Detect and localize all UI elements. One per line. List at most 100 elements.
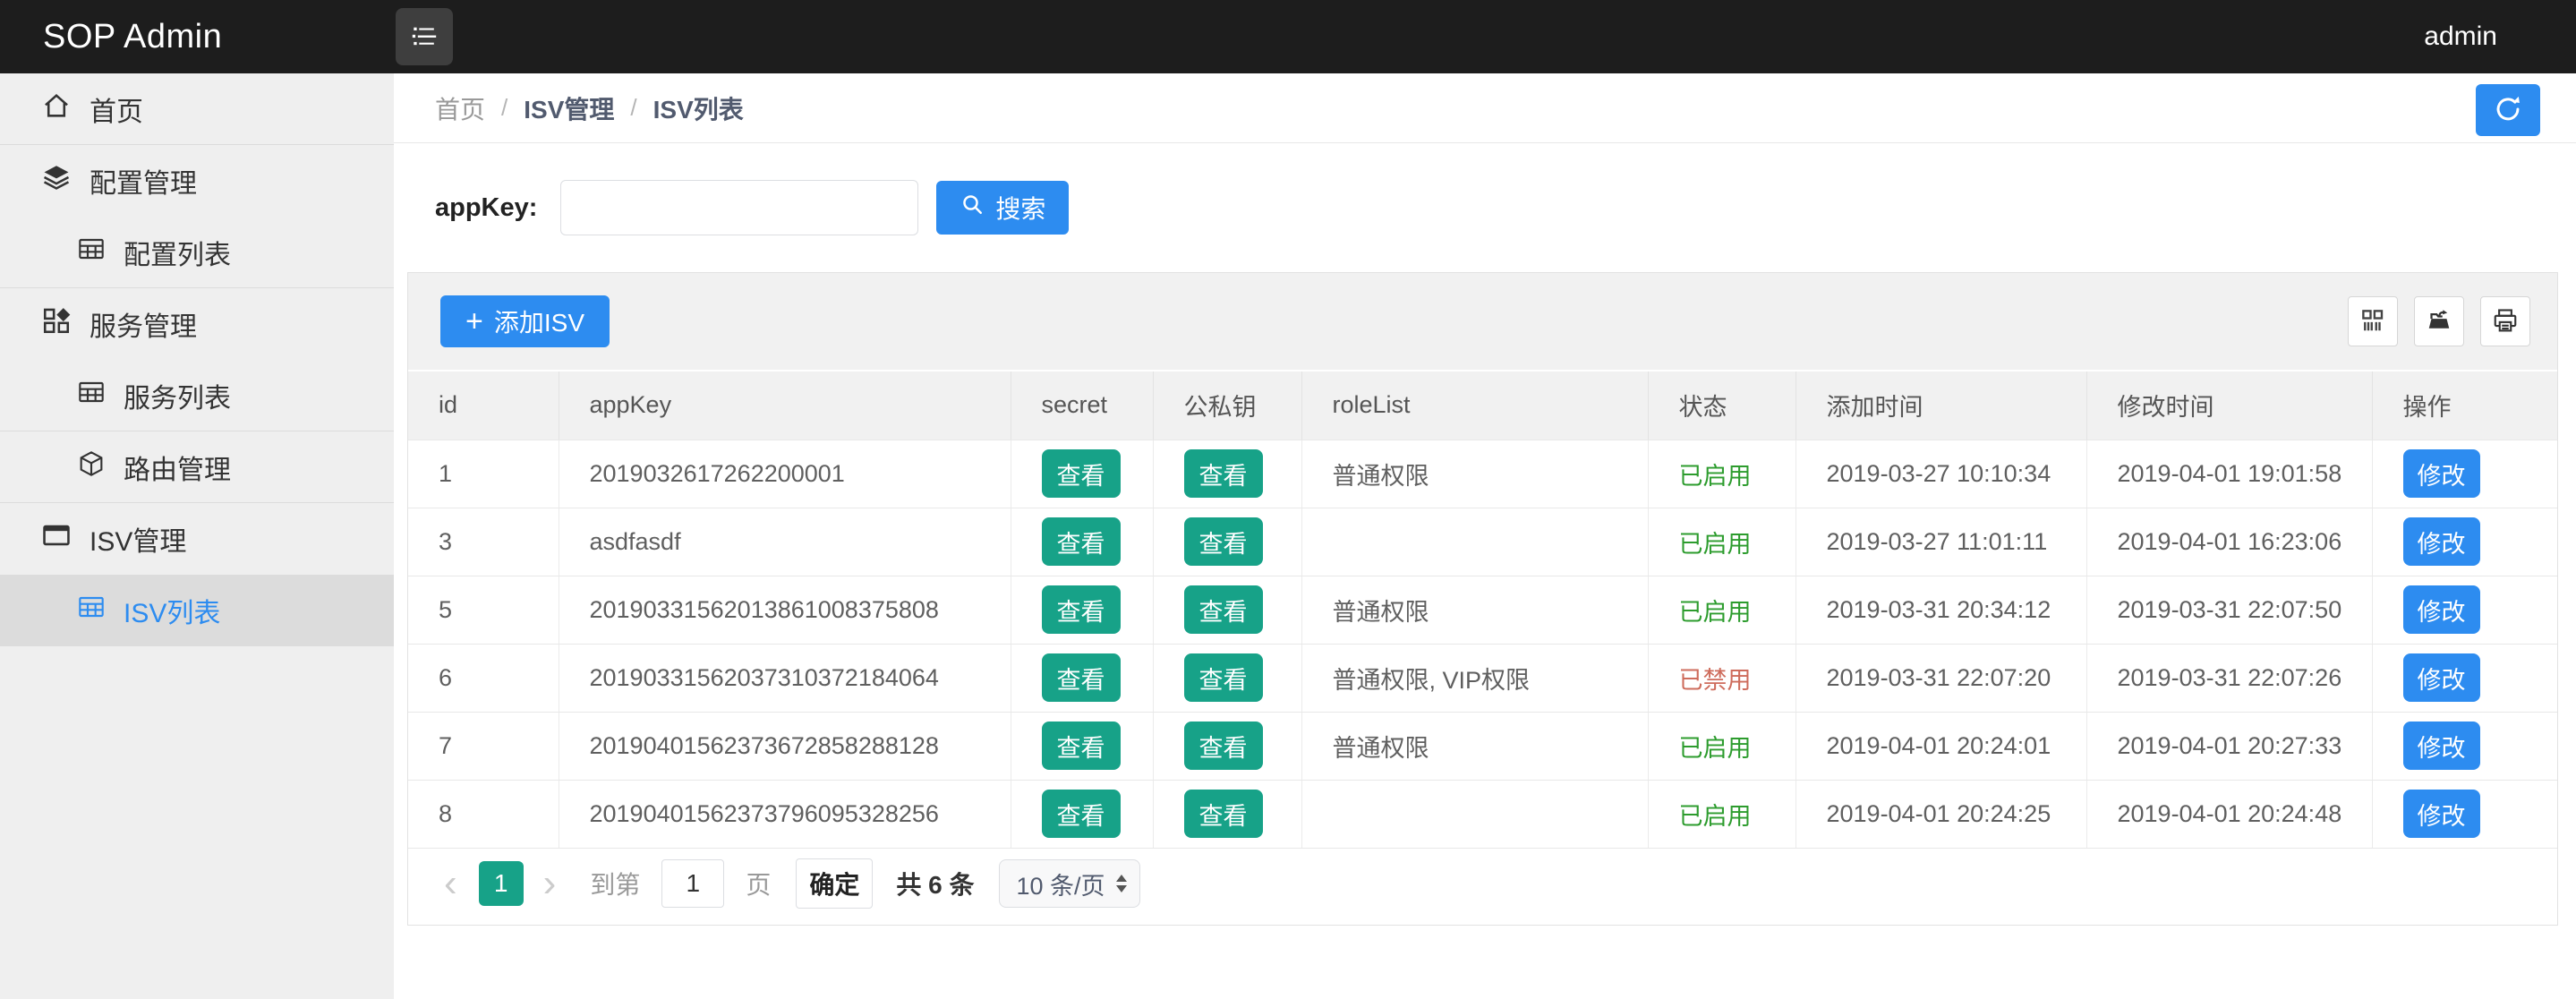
status-badge: 已启用 xyxy=(1648,440,1796,508)
isv-table: id appKey secret 公私钥 roleList 状态 添加时间 修改… xyxy=(408,371,2557,849)
cell-id: 5 xyxy=(408,576,559,644)
breadcrumb-isv-manage[interactable]: ISV管理 xyxy=(524,90,614,126)
goto-unit-label: 页 xyxy=(746,866,771,901)
sidebar-item-config[interactable]: 配置管理 xyxy=(0,145,394,217)
sidebar-item-service-list[interactable]: 服务列表 xyxy=(0,360,394,431)
edit-button[interactable]: 修改 xyxy=(2403,722,2480,770)
select-arrows-icon xyxy=(1116,875,1127,892)
edit-button[interactable]: 修改 xyxy=(2403,790,2480,838)
cell-appkey: 20190401562373672858288128 xyxy=(559,712,1011,780)
sidebar-item-label: 首页 xyxy=(90,90,143,129)
cell-rolelist: 普通权限 xyxy=(1301,712,1648,780)
cell-appkey: 20190331562037310372184064 xyxy=(559,644,1011,712)
page-1-button[interactable]: 1 xyxy=(479,861,524,906)
col-header-updatetime: 修改时间 xyxy=(2086,371,2372,440)
goto-confirm-button[interactable]: 确定 xyxy=(796,858,873,909)
table-row: 8 20190401562373796095328256 查看 查看 已启用 2… xyxy=(408,780,2557,848)
view-keypair-button[interactable]: 查看 xyxy=(1184,790,1263,838)
view-keypair-button[interactable]: 查看 xyxy=(1184,653,1263,702)
goto-page-input[interactable] xyxy=(661,859,724,908)
sidebar: 首页 配置管理 配置列表 服务管理 xyxy=(0,73,394,999)
sidebar-item-home[interactable]: 首页 xyxy=(0,73,394,145)
breadcrumb-separator: / xyxy=(501,94,508,122)
edit-button[interactable]: 修改 xyxy=(2403,653,2480,702)
view-keypair-button[interactable]: 查看 xyxy=(1184,585,1263,634)
refresh-button[interactable] xyxy=(2476,84,2540,136)
status-badge: 已禁用 xyxy=(1648,644,1796,712)
page-size-select[interactable]: 10 条/页 xyxy=(999,859,1139,908)
sidebar-item-isv[interactable]: ISV管理 xyxy=(0,503,394,575)
edit-button[interactable]: 修改 xyxy=(2403,449,2480,498)
search-button[interactable]: 搜索 xyxy=(936,181,1069,235)
col-header-addtime: 添加时间 xyxy=(1796,371,2086,440)
top-header: SOP Admin admin xyxy=(0,0,2576,73)
cell-appkey: 20190401562373796095328256 xyxy=(559,780,1011,848)
refresh-icon xyxy=(2492,93,2524,128)
view-secret-button[interactable]: 查看 xyxy=(1042,653,1121,702)
search-button-label: 搜索 xyxy=(995,190,1045,226)
plus-icon: + xyxy=(465,306,483,337)
table-header-row: id appKey secret 公私钥 roleList 状态 添加时间 修改… xyxy=(408,371,2557,440)
sidebar-item-label: ISV管理 xyxy=(90,519,186,559)
sidebar-item-route[interactable]: 路由管理 xyxy=(0,431,394,503)
view-secret-button[interactable]: 查看 xyxy=(1042,517,1121,566)
search-icon xyxy=(960,192,986,225)
sidebar-item-label: 服务管理 xyxy=(90,304,197,344)
user-name[interactable]: admin xyxy=(2424,21,2576,52)
cell-addtime: 2019-03-31 20:34:12 xyxy=(1796,576,2086,644)
table-row: 1 2019032617262200001 查看 查看 普通权限 已启用 201… xyxy=(408,440,2557,508)
menu-toggle-button[interactable] xyxy=(396,8,453,65)
breadcrumb-separator: / xyxy=(630,94,636,122)
sidebar-item-isv-list[interactable]: ISV列表 xyxy=(0,575,394,646)
edit-button[interactable]: 修改 xyxy=(2403,585,2480,634)
prev-page-button[interactable]: ‹ xyxy=(444,864,457,903)
columns-setting-button[interactable] xyxy=(2348,296,2398,346)
view-keypair-button[interactable]: 查看 xyxy=(1184,449,1263,498)
table-icon xyxy=(77,235,124,270)
cell-updatetime: 2019-04-01 20:24:48 xyxy=(2086,780,2372,848)
cell-addtime: 2019-03-27 11:01:11 xyxy=(1796,508,2086,576)
app-root: SOP Admin admin 首页 xyxy=(0,0,2576,999)
sidebar-item-label: 配置列表 xyxy=(124,233,231,272)
next-page-button[interactable]: › xyxy=(543,864,557,903)
cell-id: 3 xyxy=(408,508,559,576)
cell-appkey: 20190331562013861008375808 xyxy=(559,576,1011,644)
view-secret-button[interactable]: 查看 xyxy=(1042,449,1121,498)
add-isv-button[interactable]: + 添加ISV xyxy=(440,295,610,347)
view-keypair-button[interactable]: 查看 xyxy=(1184,722,1263,770)
cell-rolelist xyxy=(1301,780,1648,848)
pagination: ‹ 1 › 到第 页 确定 共 6 条 10 条/页 xyxy=(408,849,2557,919)
view-secret-button[interactable]: 查看 xyxy=(1042,790,1121,838)
export-button[interactable] xyxy=(2414,296,2464,346)
app-title: SOP Admin xyxy=(0,18,394,56)
breadcrumb-home[interactable]: 首页 xyxy=(435,90,485,126)
breadcrumb-isv-list: ISV列表 xyxy=(653,90,744,126)
sidebar-item-label: 配置管理 xyxy=(90,161,197,201)
export-icon xyxy=(2426,307,2452,337)
sidebar-item-service[interactable]: 服务管理 xyxy=(0,288,394,360)
print-button[interactable] xyxy=(2480,296,2530,346)
components-icon xyxy=(41,305,90,343)
view-secret-button[interactable]: 查看 xyxy=(1042,722,1121,770)
cell-rolelist: 普通权限 xyxy=(1301,440,1648,508)
search-input[interactable] xyxy=(560,180,918,235)
goto-label: 到第 xyxy=(590,866,640,901)
table-row: 7 20190401562373672858288128 查看 查看 普通权限 … xyxy=(408,712,2557,780)
col-header-actions: 操作 xyxy=(2372,371,2557,440)
view-keypair-button[interactable]: 查看 xyxy=(1184,517,1263,566)
sidebar-item-config-list[interactable]: 配置列表 xyxy=(0,217,394,288)
cell-rolelist: 普通权限, VIP权限 xyxy=(1301,644,1648,712)
sidebar-item-label: 路由管理 xyxy=(124,448,231,487)
table-tools xyxy=(2348,296,2530,346)
cell-addtime: 2019-03-27 10:10:34 xyxy=(1796,440,2086,508)
columns-icon xyxy=(2359,307,2386,337)
status-badge: 已启用 xyxy=(1648,576,1796,644)
view-secret-button[interactable]: 查看 xyxy=(1042,585,1121,634)
col-header-rolelist: roleList xyxy=(1301,371,1648,440)
cell-appkey: asdfasdf xyxy=(559,508,1011,576)
table-card: + 添加ISV xyxy=(407,272,2558,926)
print-icon xyxy=(2492,307,2519,337)
cell-updatetime: 2019-03-31 22:07:26 xyxy=(2086,644,2372,712)
status-badge: 已启用 xyxy=(1648,712,1796,780)
edit-button[interactable]: 修改 xyxy=(2403,517,2480,566)
